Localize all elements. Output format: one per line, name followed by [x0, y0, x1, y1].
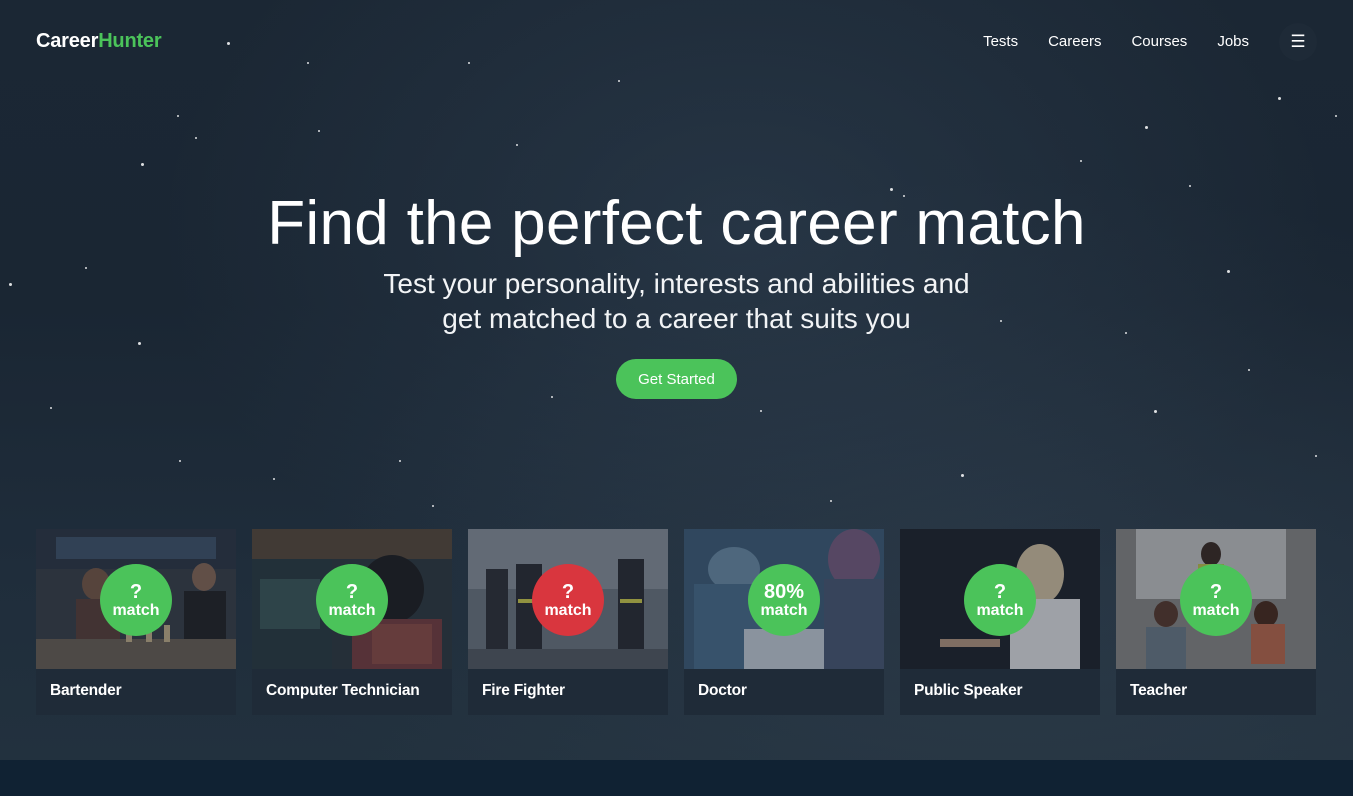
star	[227, 42, 230, 45]
hamburger-icon: ☰	[1290, 32, 1306, 52]
star	[141, 163, 144, 166]
fire-fighter-image: ? match	[468, 529, 668, 669]
match-value: ?	[561, 580, 575, 603]
match-value: ?	[345, 580, 359, 603]
career-card-bartender[interactable]: ? match Bartender	[36, 529, 236, 715]
star	[1145, 126, 1148, 129]
star	[50, 407, 52, 409]
match-badge: ? match	[1180, 564, 1252, 636]
star	[961, 474, 964, 477]
match-value: ?	[1209, 580, 1223, 603]
career-card-doctor[interactable]: 80% match Doctor	[684, 529, 884, 715]
star	[1248, 369, 1250, 371]
career-card-teacher[interactable]: ? match Teacher	[1116, 529, 1316, 715]
star	[468, 62, 470, 64]
match-value: ?	[993, 580, 1007, 603]
match-value: ?	[129, 580, 143, 603]
doctor-image: 80% match	[684, 529, 884, 669]
menu-button[interactable]: ☰	[1279, 23, 1317, 61]
career-cards: ? match Bartender ? match Computer Techn…	[36, 529, 1316, 715]
star	[1189, 185, 1191, 187]
star	[618, 80, 620, 82]
star	[830, 500, 832, 502]
match-value: 80%	[763, 580, 805, 603]
card-title: Fire Fighter	[482, 682, 565, 699]
star	[177, 115, 179, 117]
get-started-button[interactable]: Get Started	[616, 359, 737, 399]
hero-section: CareerHunter Tests Careers Courses Jobs …	[0, 0, 1353, 760]
star	[318, 130, 320, 132]
star	[179, 460, 181, 462]
match-label: match	[976, 601, 1024, 619]
star	[432, 505, 434, 507]
star	[1278, 97, 1281, 100]
star	[760, 410, 762, 412]
star	[1315, 455, 1317, 457]
logo-part-hunter: Hunter	[98, 30, 162, 52]
star	[195, 137, 197, 139]
star	[307, 62, 309, 64]
hero-subtitle-line2: get matched to a career that suits you	[442, 303, 911, 334]
section-divider	[0, 760, 1353, 796]
match-badge: ? match	[964, 564, 1036, 636]
card-title: Bartender	[50, 682, 122, 699]
star	[1335, 115, 1337, 117]
card-title: Teacher	[1130, 682, 1187, 699]
star	[138, 342, 141, 345]
match-label: match	[760, 601, 808, 619]
star	[1154, 410, 1157, 413]
career-card-computer-technician[interactable]: ? match Computer Technician	[252, 529, 452, 715]
logo-part-career: Career	[36, 30, 99, 52]
match-label: match	[1192, 601, 1240, 619]
match-badge: ? match	[316, 564, 388, 636]
match-badge: 80% match	[748, 564, 820, 636]
nav-careers[interactable]: Careers	[1048, 33, 1101, 50]
match-badge: ? match	[532, 564, 604, 636]
card-title: Doctor	[698, 682, 747, 699]
star	[551, 396, 553, 398]
card-title: Public Speaker	[914, 682, 1023, 699]
star	[399, 460, 401, 462]
computer-technician-image: ? match	[252, 529, 452, 669]
career-card-fire-fighter[interactable]: ? match Fire Fighter	[468, 529, 668, 715]
teacher-image: ? match	[1116, 529, 1316, 669]
match-badge: ? match	[100, 564, 172, 636]
star	[1080, 160, 1082, 162]
nav-courses[interactable]: Courses	[1131, 33, 1187, 50]
match-label: match	[112, 601, 160, 619]
star	[273, 478, 275, 480]
star	[516, 144, 518, 146]
match-label: match	[328, 601, 376, 619]
main-nav: Tests Careers Courses Jobs	[983, 33, 1249, 50]
hero-subtitle-line1: Test your personality, interests and abi…	[383, 268, 970, 299]
nav-jobs[interactable]: Jobs	[1217, 33, 1249, 50]
nav-tests[interactable]: Tests	[983, 33, 1018, 50]
career-card-public-speaker[interactable]: ? match Public Speaker	[900, 529, 1100, 715]
match-label: match	[544, 601, 592, 619]
card-title: Computer Technician	[266, 682, 420, 699]
hero-title: Find the perfect career match	[267, 189, 1086, 258]
bartender-image: ? match	[36, 529, 236, 669]
public-speaker-image: ? match	[900, 529, 1100, 669]
logo[interactable]: CareerHunter	[36, 30, 162, 53]
